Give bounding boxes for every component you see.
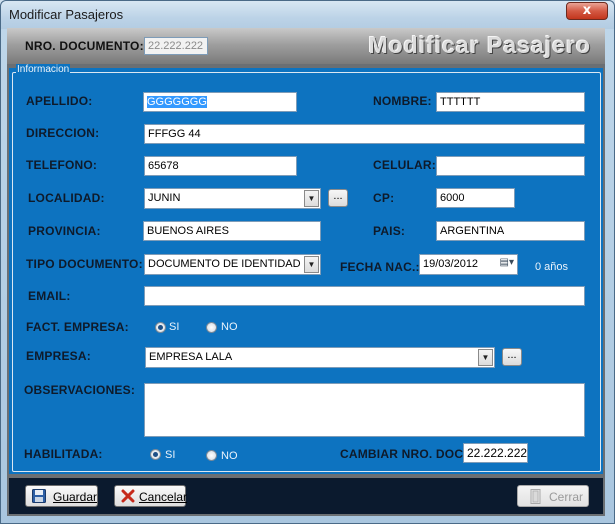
email-field[interactable] [144,286,585,306]
guardar-text: Guardar [53,490,98,504]
empresa-search-button[interactable]: ... [502,348,522,366]
cancel-x-icon [121,489,135,503]
cancelar-button[interactable]: Cancelar [114,485,187,507]
fact-empresa-no-label[interactable]: NO [221,321,238,333]
banner-title: Modificar Pasajero [368,32,591,58]
tipo-documento-value: DOCUMENTO DE IDENTIDAD FE [148,258,318,270]
fecha-nac-label: FECHA NAC.: [340,260,420,274]
edad-text: 0 años [535,261,569,273]
guardar-label: Guardar [53,490,97,504]
guardar-button[interactable]: Guardar [25,485,98,507]
nombre-field[interactable]: TTTTTT [436,92,585,112]
cp-label: CP: [373,191,395,205]
direccion-field[interactable]: FFFGG 44 [144,124,585,144]
nombre-label: NOMBRE: [373,94,432,108]
cerrar-text: Cerrar [549,490,584,504]
apellido-label: APELLIDO: [26,94,93,108]
celular-label: CELULAR: [373,158,436,172]
habilitada-label: HABILITADA: [24,447,103,461]
provincia-label: PROVINCIA: [28,224,101,238]
fact-empresa-no-radio[interactable] [206,322,217,333]
cerrar-label: Cerrar [549,490,583,504]
fecha-nac-value: 19/03/2012 [423,258,479,270]
fact-empresa-si-radio[interactable] [155,322,166,333]
telefono-label: TELEFONO: [26,158,98,172]
observaciones-textarea[interactable] [144,383,585,437]
nro-documento-field: 22.222.222 [144,37,208,55]
fact-empresa-label: FACT. EMPRESA: [26,320,129,334]
calendar-dropdown-icon[interactable]: ▤▾ [500,257,514,268]
tipo-documento-combo[interactable]: DOCUMENTO DE IDENTIDAD FE ▼ [144,254,321,275]
cambiar-nro-doc-field[interactable]: 22.222.222 [463,443,528,463]
apellido-field[interactable]: GGGGGGG [143,92,297,112]
email-label: EMAIL: [28,289,71,303]
telefono-field[interactable]: 65678 [144,156,297,176]
localidad-label: LOCALIDAD: [28,191,105,205]
title-bar[interactable]: Modificar Pasajeros x [1,1,614,29]
save-icon [32,489,46,503]
celular-field[interactable] [436,156,585,176]
habilitada-no-label[interactable]: NO [221,450,238,462]
chevron-down-icon[interactable]: ▼ [304,256,319,273]
observaciones-label: OBSERVACIONES: [24,383,136,397]
cancelar-text: Cancelar [139,490,188,504]
chevron-down-icon[interactable]: ▼ [304,190,319,207]
close-button[interactable]: x [566,2,608,20]
header-band: NRO. DOCUMENTO: 22.222.222 Modificar Pas… [7,28,605,64]
habilitada-si-radio[interactable] [150,449,161,460]
pais-label: PAIS: [373,224,406,238]
direccion-label: DIRECCION: [26,126,100,140]
localidad-combo[interactable]: JUNIN ▼ [144,188,321,209]
cambiar-nro-doc-label: CAMBIAR NRO. DOC: [340,447,468,461]
fecha-nac-picker[interactable]: 19/03/2012 ▤▾ [419,254,518,275]
cp-field[interactable]: 6000 [436,188,515,208]
localidad-search-button[interactable]: ... [328,189,348,207]
groupbox-title: Informacion [16,64,71,75]
tipo-documento-label: TIPO DOCUMENTO: [26,257,143,271]
chevron-down-icon[interactable]: ▼ [478,349,493,366]
provincia-field[interactable]: BUENOS AIRES [143,221,321,241]
empresa-label: EMPRESA: [26,349,91,363]
localidad-value: JUNIN [148,192,181,204]
cerrar-button[interactable]: Cerrar [517,485,589,507]
habilitada-si-label[interactable]: SI [165,449,175,461]
footer-bar [9,478,603,514]
cancelar-label: Cancelar [139,490,187,504]
habilitada-no-radio[interactable] [206,450,217,461]
fact-empresa-si-label[interactable]: SI [169,321,179,333]
window-title: Modificar Pasajeros [9,7,124,22]
nro-documento-label: NRO. DOCUMENTO: [25,39,144,53]
door-icon [530,489,541,504]
empresa-value: EMPRESA LALA [149,351,233,363]
apellido-value: GGGGGGG [147,96,207,108]
empresa-combo[interactable]: EMPRESA LALA ▼ [145,347,495,368]
pais-field[interactable]: ARGENTINA [436,221,585,241]
